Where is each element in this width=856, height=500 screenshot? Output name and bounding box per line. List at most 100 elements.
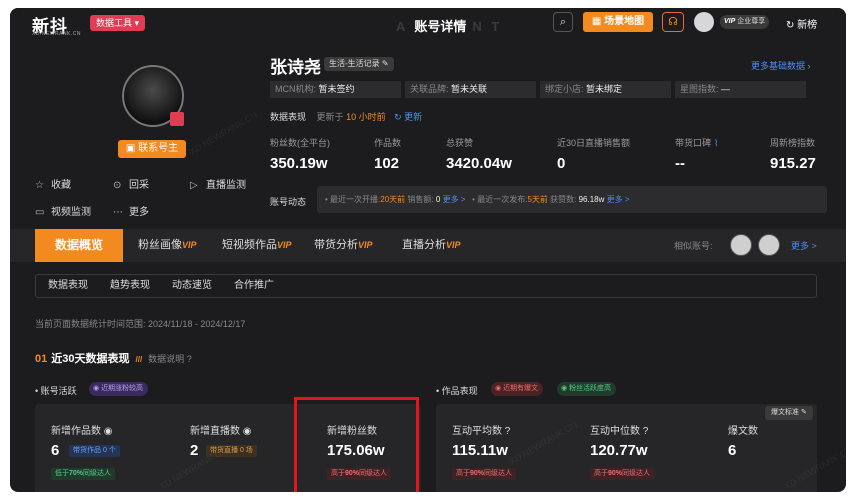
metric-value-new-works: 6 [51,442,60,459]
interaction-median-comparison-prefix: 高于 [594,470,608,477]
stat-label-likes: 总获赞 [446,138,474,148]
category-label: 生活-生活记录 [329,59,380,68]
highlight-annotation-box [294,397,419,492]
reputation-label: 带货口碑 [675,138,712,148]
main-tab-bar: 数据概览 粉丝画像VIP 短视频作品VIP 带货分析VIP 直播分析VIP 相似… [10,229,846,262]
eye-icon[interactable]: ◉ [104,426,113,437]
help-icon[interactable]: ? [505,426,511,437]
customer-service-button[interactable]: ☊ [662,12,684,32]
metric-label-interaction-median: 互动中位数 ? [590,422,648,437]
new-works-comparison-suffix: 同级达人 [83,470,112,477]
section-title: 01 近30天数据表现 /// 数据说明 ? [35,350,192,366]
tab-fan-profile-label: 粉丝画像 [138,239,182,251]
user-avatar[interactable] [694,12,714,32]
metric-label-new-lives: 新增直播数 ◉ [190,422,252,437]
brand-info: 关联品牌: 暂未关联 [405,81,536,98]
vip-mark: VIP [277,240,292,250]
refresh-button[interactable]: ↻ 更新 [394,112,422,122]
new-list-label: 新榜 [797,20,818,31]
grid-icon: ▦ [591,16,605,27]
page-title: A 账号详情 N T [390,16,508,35]
similar-more-link[interactable]: 更多 > [791,239,817,252]
similar-account-avatar[interactable] [730,234,752,256]
scene-map-button[interactable]: ▦ 场景地图 [583,12,653,32]
tab-short-videos-label: 短视频作品 [222,239,277,251]
interaction-median-label: 互动中位数 [590,426,640,437]
scene-map-label: 场景地图 [604,16,645,27]
stat-label-weekly-index: 周新榜指数 [770,138,816,148]
arrow-right-icon: › [807,61,811,71]
stripes-icon: /// [135,355,143,364]
data-explanation-link[interactable]: 数据说明 ? [148,354,192,364]
more-action[interactable]: ⋯ 更多 [113,203,149,218]
vip-mark: VIP [358,240,373,250]
similar-account-avatar[interactable] [758,234,780,256]
new-list-link[interactable]: ↻ 新榜 [786,16,817,31]
stat-value-reputation: -- [675,155,685,172]
subtab-dynamics[interactable]: 动态速览 [172,275,212,297]
replay-action[interactable]: ⊙ 回采 [113,176,149,191]
new-lives-label: 新增直播数 [190,426,240,437]
data-tools-button[interactable]: 数据工具 ▾ [90,15,146,31]
eye-icon[interactable]: ◉ [243,426,252,437]
tab-fan-profile[interactable]: 粉丝画像VIP [138,229,197,262]
post-prefix: 最近一次发布: [477,195,528,204]
more-basic-data-link[interactable]: 更多基础数据 › [751,59,811,72]
more-label: 更多 [129,207,149,218]
live-prefix: 最近一次开播: [330,195,381,204]
fans-growth-text: 近期涨粉较高 [101,385,144,392]
vip-badge[interactable]: VIP 企业尊享 [720,15,770,29]
live-more-link[interactable]: 更多 > [443,195,466,204]
account-activity-label: • 账号活跃 [35,384,77,397]
updated-time: 10 小时前 [346,112,386,122]
collect-action[interactable]: ☆ 收藏 [35,176,71,191]
date-range-text: 当前页面数据统计时间范围: 2024/11/18 - 2024/12/17 [35,319,246,329]
brand-value: 暂未关联 [451,84,488,94]
post-days: 5天前 [527,195,548,204]
search-button[interactable]: ⌕ [553,12,573,32]
stat-label-works: 作品数 [374,138,402,148]
hot-post-text: 近期有爆文 [503,385,539,392]
subtab-trend[interactable]: 趋势表现 [110,275,150,297]
new-works-comparison-pct: 70% [69,470,84,477]
vip-tag: VIP [724,18,736,25]
tab-live-analysis[interactable]: 直播分析VIP [402,229,461,262]
interaction-median-comparison-suffix: 同级达人 [622,470,651,477]
shop-info: 绑定小店: 暂未绑定 [540,81,671,98]
post-more-link[interactable]: 更多 > [607,195,630,204]
qr-code-icon[interactable] [170,112,184,126]
replay-icon: ⊙ [113,180,122,191]
vip-label: 企业尊享 [737,18,766,25]
contact-owner-button[interactable]: ▣ 联系号主 [118,140,186,158]
tab-short-videos[interactable]: 短视频作品VIP [222,229,292,262]
trend-chart-icon[interactable]: ⌇ [714,138,718,148]
interaction-avg-comparison: 高于90%同级达人 [452,468,517,480]
page-title-text: 账号详情 [414,19,467,34]
collect-label: 收藏 [51,180,71,191]
account-name: 张诗尧 [270,58,321,77]
fire-icon: ◉ [495,385,504,392]
new-works-comparison: 低于70%同级达人 [51,468,116,480]
more-icon: ⋯ [113,207,123,218]
subtab-data-performance[interactable]: 数据表现 [48,275,88,297]
play-icon: ▷ [190,180,198,191]
stat-value-fans: 350.19w [270,155,328,172]
category-tag[interactable]: 生活-生活记录 ✎ [324,57,394,71]
tab-goods-analysis[interactable]: 带货分析VIP [314,229,373,262]
subtab-cooperation[interactable]: 合作推广 [234,275,274,297]
sub-tab-bar: 数据表现 趋势表现 动态速览 合作推广 [35,274,817,298]
works-performance-label: • 作品表现 [436,384,478,397]
new-works-label: 新增作品数 [51,426,101,437]
mcn-label: MCN机构: [275,84,316,94]
hot-post-standard-button[interactable]: 爆文标准 ✎ [765,406,813,420]
help-icon[interactable]: ? [643,426,649,437]
interaction-avg-label: 互动平均数 [452,426,502,437]
fans-growth-pill: ◉ 近期涨粉较高 [89,382,149,396]
likes-label: 获赞数: [550,195,577,204]
tab-overview[interactable]: 数据概览 [35,229,123,262]
sales-label: 销售额: [407,195,434,204]
top-bar: 新抖 XD.NEWRANK.CN 数据工具 ▾ A 账号详情 N T ⌕ ▦ 场景地… [10,8,846,40]
live-monitor-action[interactable]: ▷ 直播监测 [190,176,246,191]
replay-label: 回采 [129,180,149,191]
video-monitor-action[interactable]: ▭ 视频监测 [35,203,91,218]
